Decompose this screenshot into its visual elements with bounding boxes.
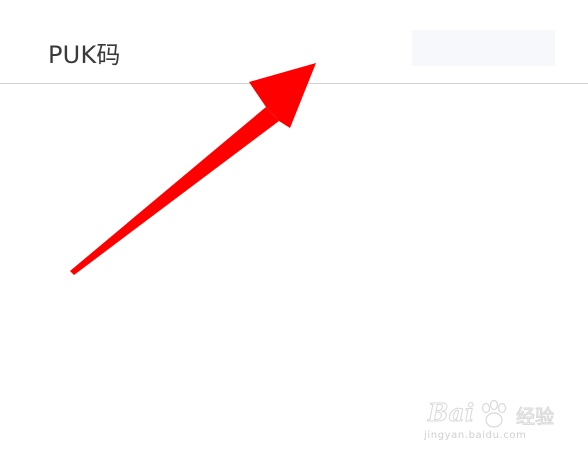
paw-icon — [481, 400, 507, 428]
watermark-jingyan-text: 经验 — [515, 406, 555, 429]
baidu-jingyan-watermark: Bai 经验 jingyan.baidu.com — [422, 396, 572, 450]
watermark-url: jingyan.baidu.com — [424, 430, 527, 441]
watermark-brand-text: Bai — [427, 398, 475, 428]
puk-code-row: PUK码 — [0, 0, 588, 84]
arrow-shaft-icon — [70, 107, 279, 275]
puk-code-label: PUK码 — [48, 41, 121, 69]
puk-code-input[interactable] — [412, 30, 555, 66]
